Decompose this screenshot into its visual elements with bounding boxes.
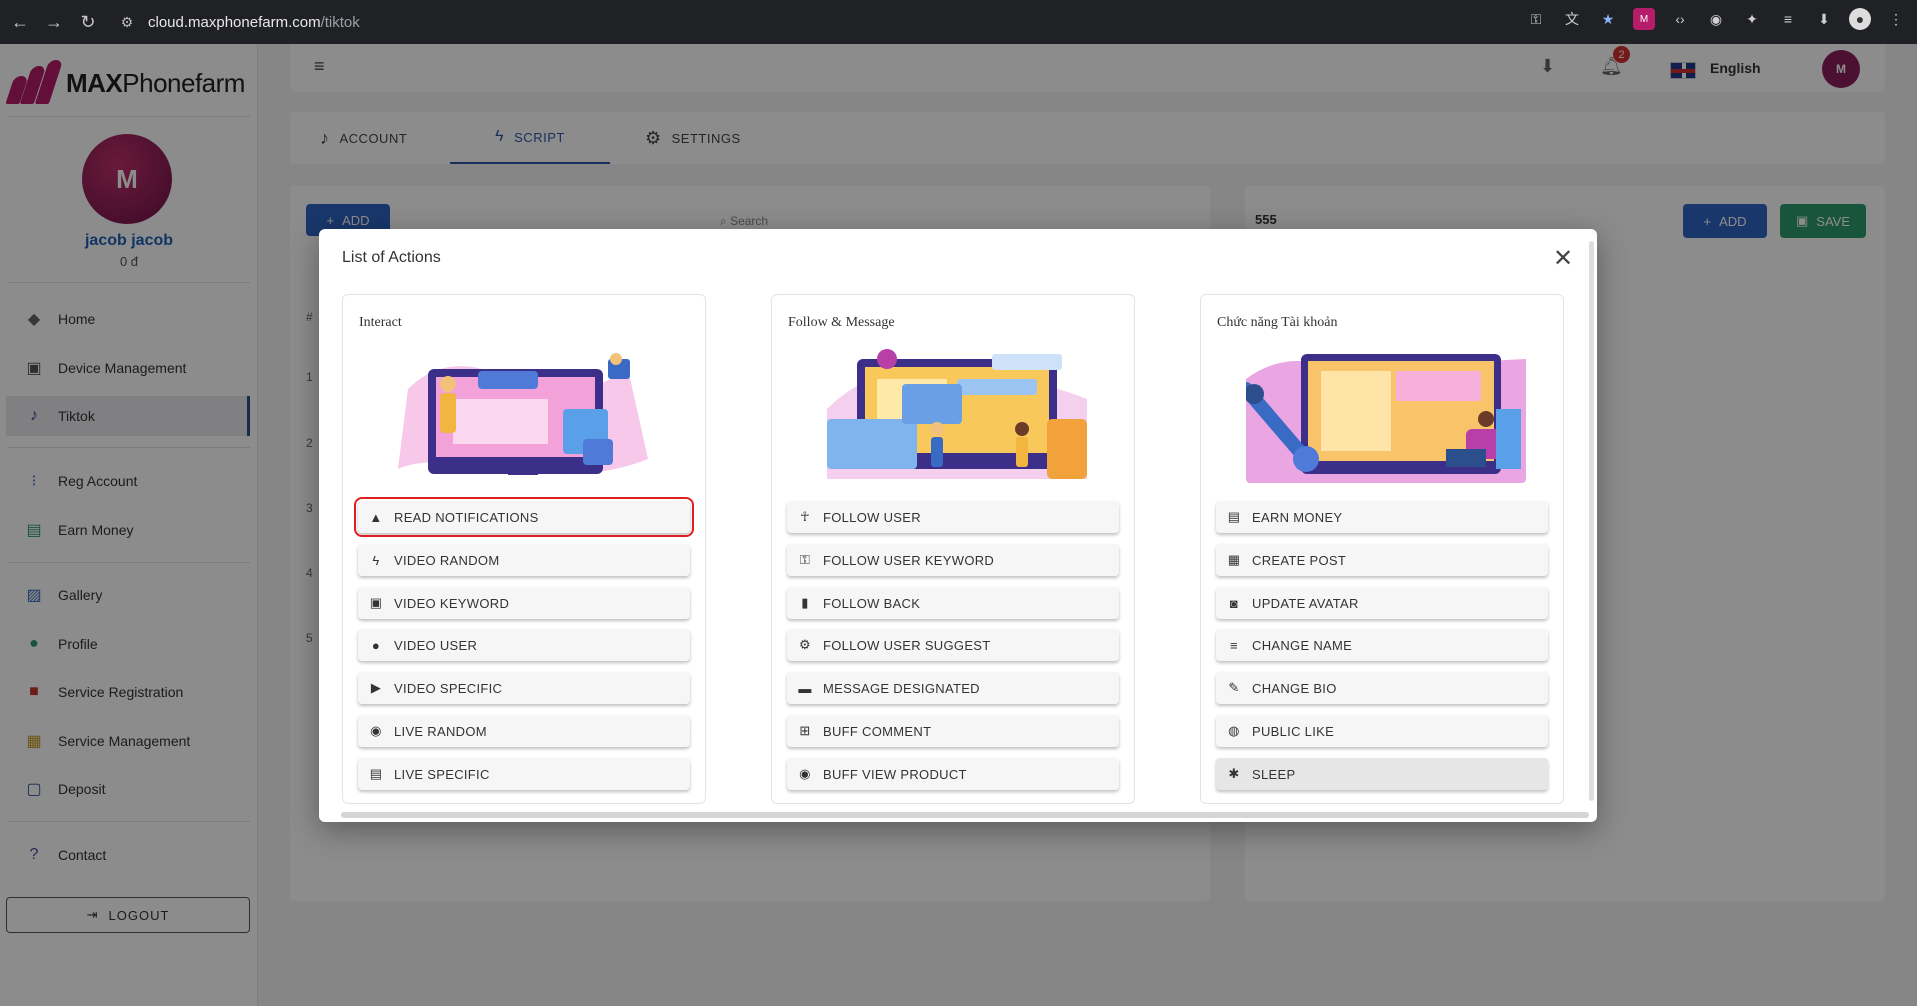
action-follow-user-suggest[interactable]: ⚙ FOLLOW USER SUGGEST [787,629,1119,661]
post-icon: ▤ [369,766,383,781]
comment-icon: ⊞ [799,723,811,738]
back-icon[interactable]: ← [6,8,34,36]
translate-icon[interactable]: 文 [1561,8,1583,30]
action-change-bio[interactable]: ✎ CHANGE BIO [1216,672,1548,704]
action-buff-view-product[interactable]: ◉ BUFF VIEW PRODUCT [787,758,1119,790]
modal-title: List of Actions [342,249,441,266]
action-group-account-functions: Chức năng Tài khoản ▤ EARN MONEY ▦ CREATE … [1200,294,1564,804]
action-video-random[interactable]: ϟ VIDEO RANDOM [358,544,690,576]
follow-message-illustration [817,349,1097,483]
action-follow-user[interactable]: ☥ FOLLOW USER [787,501,1119,533]
reload-icon[interactable]: ↻ [74,8,102,36]
extension-icon[interactable]: M [1633,8,1655,30]
gear-icon: ⚙ [799,637,811,652]
horizontal-scrollbar[interactable] [341,812,1589,818]
globe-icon: ◍ [1228,723,1240,738]
menu-icon[interactable]: ⋮ [1885,8,1907,30]
puzzle-icon[interactable]: ✦ [1741,8,1763,30]
close-icon[interactable]: ✕ [1553,247,1573,271]
action-update-avatar[interactable]: ◙ UPDATE AVATAR [1216,587,1548,619]
bookmark-star-icon[interactable]: ★ [1597,8,1619,30]
action-video-user[interactable]: ● VIDEO USER [358,629,690,661]
follow-icon: ☥ [800,509,810,524]
video-icon: ▣ [369,595,383,610]
eye-icon: ◉ [799,766,811,781]
action-live-random[interactable]: ◉ LIVE RANDOM [358,715,690,747]
account-illustration [1246,349,1526,483]
edit-text-icon: ≡ [1230,637,1238,653]
profile-icon[interactable]: ● [1849,8,1871,30]
action-group-follow-message: Follow & Message ☥ FOLLOW USER ⚿ FOLLOW … [771,294,1135,804]
browser-toolbar: ← → ↻ ⚙ cloud.maxphonefarm.com/tiktok ⚿ … [0,0,1917,44]
money-icon: ▤ [1227,509,1241,524]
snowflake-icon: ✱ [1228,766,1240,781]
group-title: Chức năng Tài khoản [1217,315,1338,330]
action-live-specific[interactable]: ▤ LIVE SPECIFIC [358,758,690,790]
bolt-icon: ϟ [372,552,380,568]
action-earn-money[interactable]: ▤ EARN MONEY [1216,501,1548,533]
vertical-scrollbar[interactable] [1589,241,1594,801]
actions-modal: List of Actions ✕ Interact ▲ READ NOTIFI… [319,229,1597,822]
address-bar[interactable]: ⚙ cloud.maxphonefarm.com/tiktok [118,6,1598,38]
user-icon: ● [371,637,381,653]
action-follow-user-keyword[interactable]: ⚿ FOLLOW USER KEYWORD [787,544,1119,576]
chat-icon[interactable]: ◉ [1705,8,1727,30]
browser-extensions: ⚿ 文 ★ M ‹› ◉ ✦ ≡ ⬇ ● ⋮ [1525,8,1907,30]
message-icon: ▬ [798,680,812,696]
forward-icon[interactable]: → [40,8,68,36]
key-icon: ⚿ [799,552,811,567]
action-video-specific[interactable]: ▶ VIDEO SPECIFIC [358,672,690,704]
action-public-like[interactable]: ◍ PUBLIC LIKE [1216,715,1548,747]
eye-icon: ◉ [370,723,382,738]
play-icon: ▶ [370,680,382,695]
devtools-icon[interactable]: ‹› [1669,8,1691,30]
site-info-icon[interactable]: ⚙ [118,13,136,31]
action-follow-back[interactable]: ▮ FOLLOW BACK [787,587,1119,619]
pencil-icon: ✎ [1228,680,1240,695]
action-video-keyword[interactable]: ▣ VIDEO KEYWORD [358,587,690,619]
post-icon: ▦ [1227,552,1241,567]
action-read-notifications[interactable]: ▲ READ NOTIFICATIONS [354,497,694,537]
download-icon[interactable]: ⬇ [1813,8,1835,30]
action-group-interact: Interact ▲ READ NOTIFICATIONS ϟ VIDEO RAND… [342,294,706,804]
bell-icon: ▲ [369,509,383,525]
group-title: Interact [359,315,402,330]
action-buff-comment[interactable]: ⊞ BUFF COMMENT [787,715,1119,747]
action-sleep[interactable]: ✱ SLEEP [1216,758,1548,790]
media-icon[interactable]: ≡ [1777,8,1799,30]
action-create-post[interactable]: ▦ CREATE POST [1216,544,1548,576]
action-change-name[interactable]: ≡ CHANGE NAME [1216,629,1548,661]
url-path: /tiktok [320,13,360,31]
camera-icon: ◙ [1229,595,1239,611]
key-icon[interactable]: ⚿ [1525,8,1547,30]
group-title: Follow & Message [788,315,895,330]
phone-icon: ▮ [801,595,809,610]
url-host: cloud.maxphonefarm.com [148,13,321,31]
action-message-designated[interactable]: ▬ MESSAGE DESIGNATED [787,672,1119,704]
interact-illustration [388,349,668,483]
